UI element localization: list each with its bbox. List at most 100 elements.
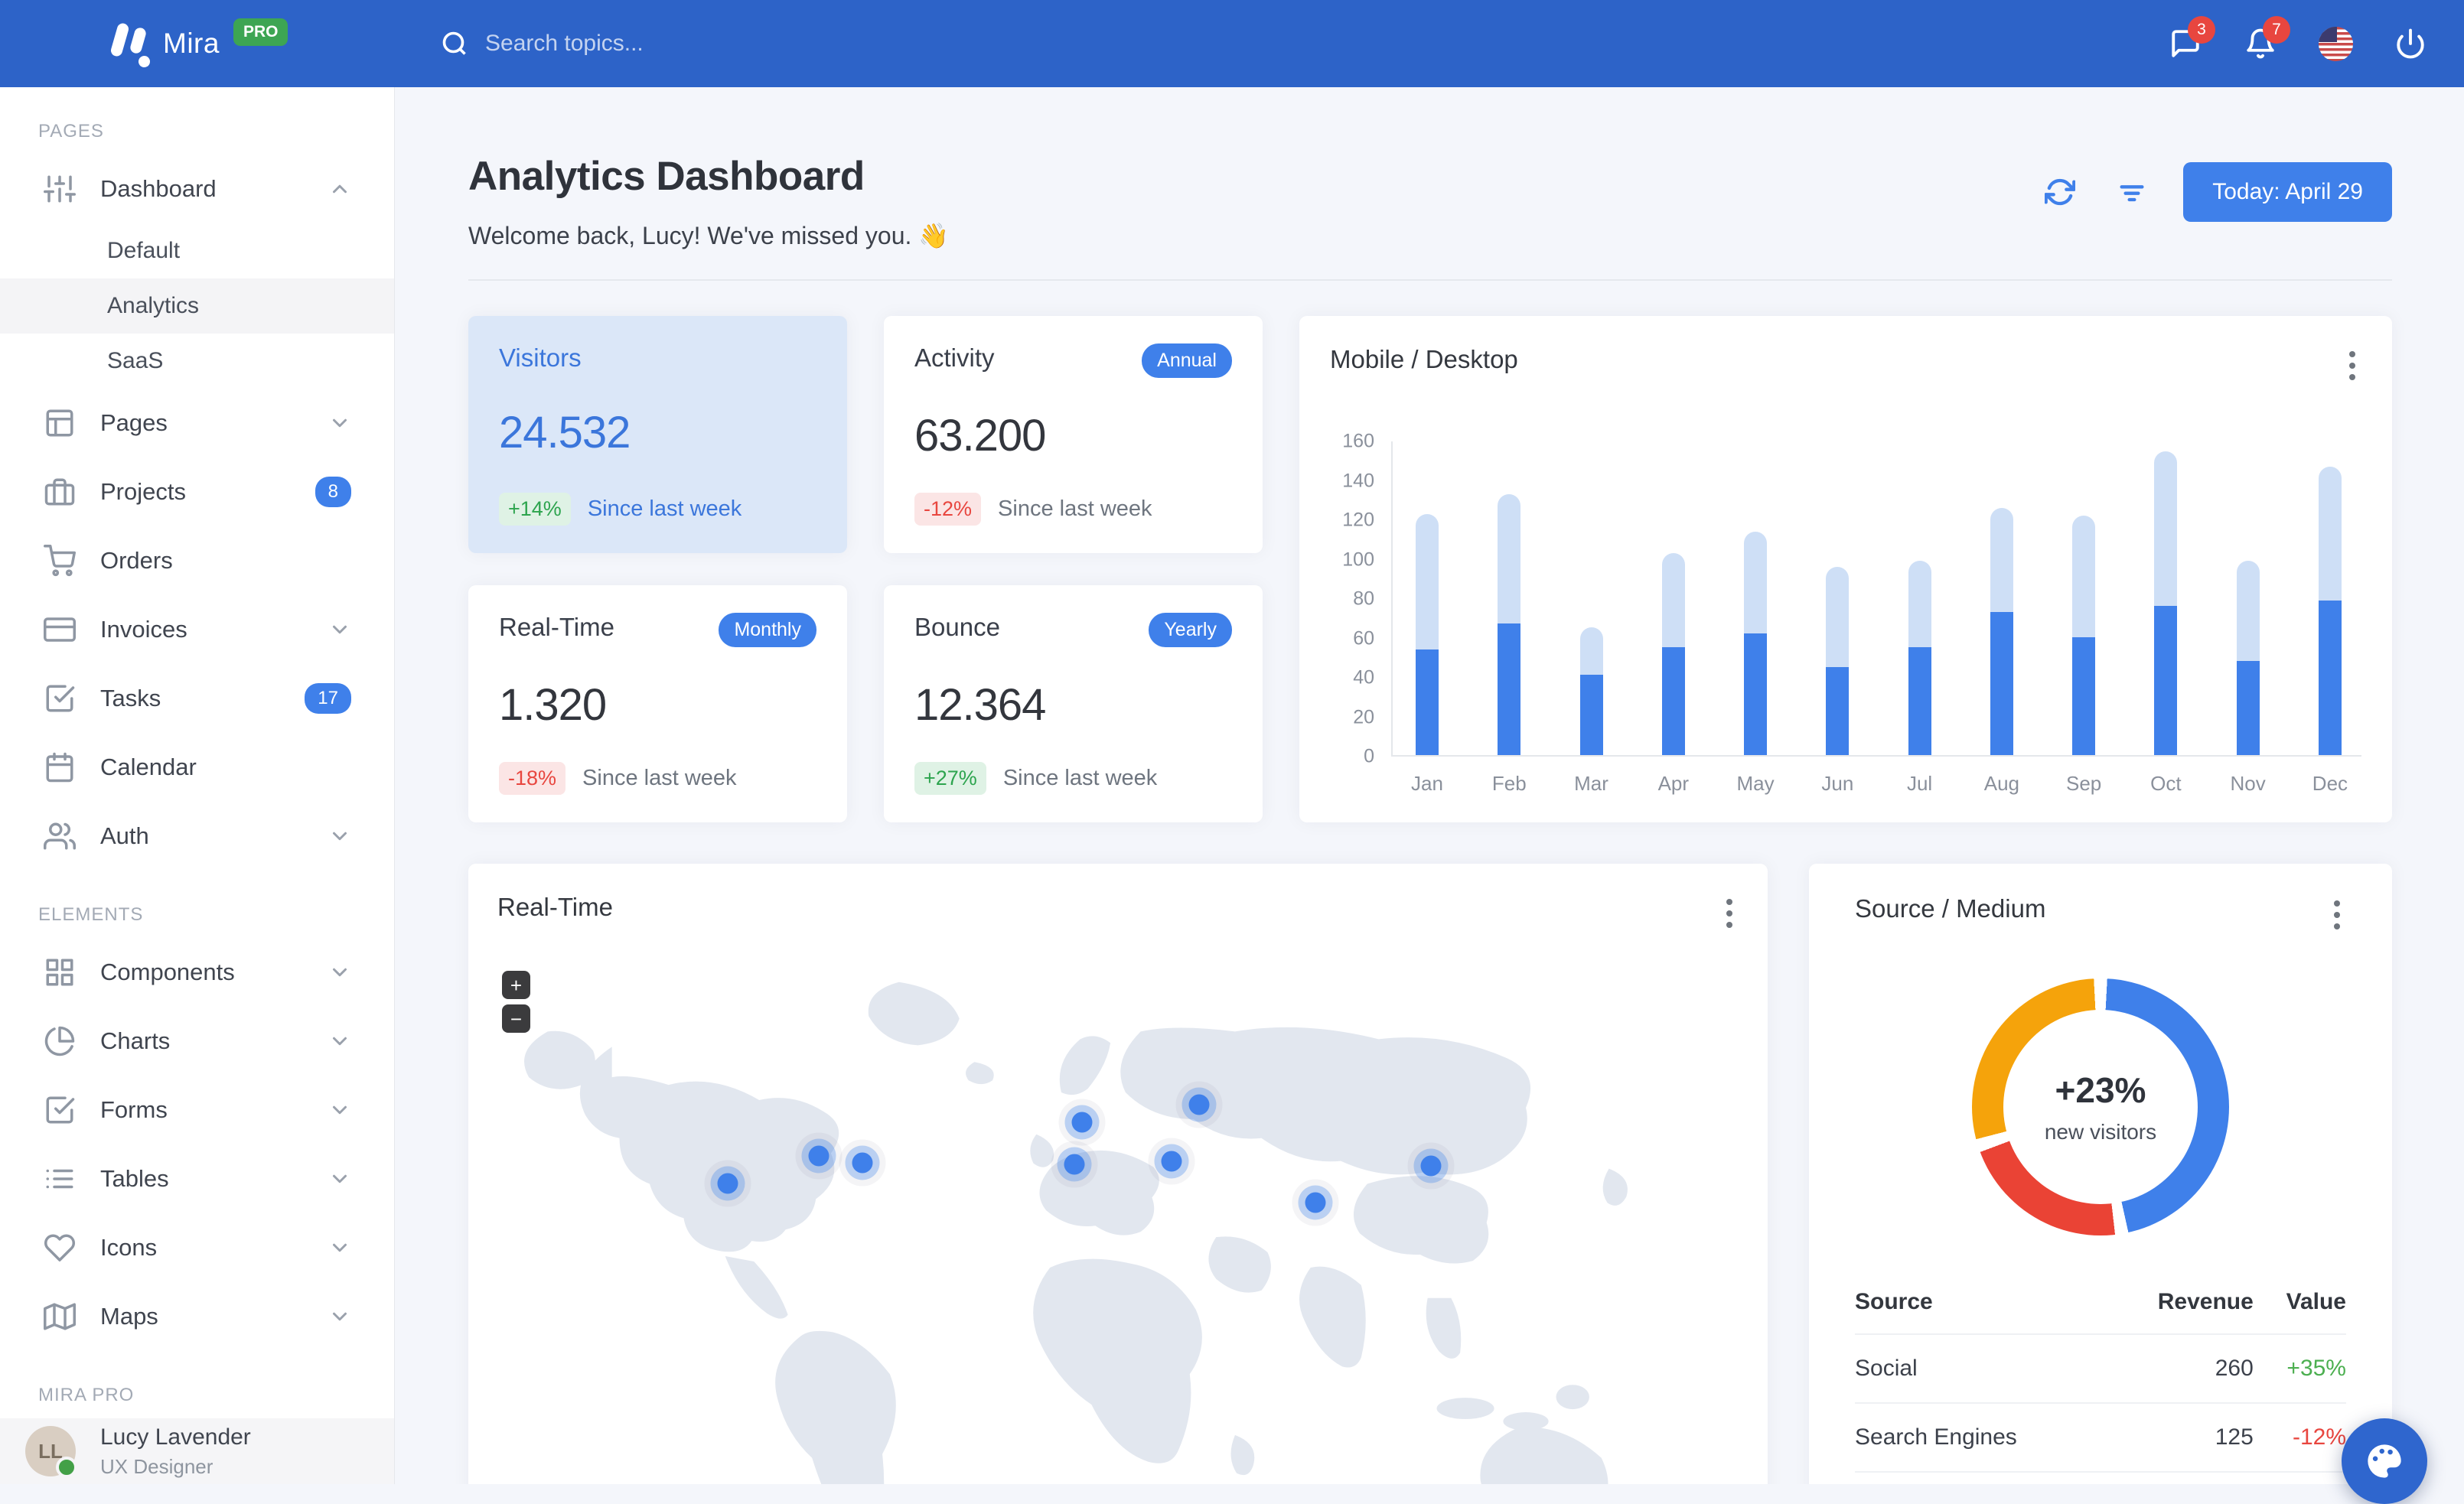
notifications-button[interactable]: 7: [2243, 26, 2278, 61]
sidebar-item-projects[interactable]: Projects 8: [0, 457, 394, 526]
sidebar-item-dashboard[interactable]: Dashboard: [0, 155, 394, 223]
calendar-icon: [44, 751, 76, 783]
filter-icon: [2117, 177, 2147, 207]
kebab-menu-button[interactable]: [1720, 893, 1739, 934]
table-row[interactable]: Direct 164 +46%: [1855, 1472, 2346, 1484]
kebab-menu-button[interactable]: [2343, 345, 2361, 386]
palette-icon: [2365, 1441, 2404, 1481]
stat-caption: Since last week: [588, 496, 742, 522]
map-markers: [476, 940, 1760, 1484]
sign-out-button[interactable]: [2393, 26, 2428, 61]
chevron-down-icon: [328, 1167, 351, 1190]
messages-count-badge: 3: [2188, 16, 2215, 44]
monthly-badge[interactable]: Monthly: [719, 613, 816, 647]
check-square-icon: [44, 1094, 76, 1126]
sidebar-item-forms[interactable]: Forms: [0, 1076, 394, 1144]
search-icon: [441, 30, 468, 57]
map-zoom-in-button[interactable]: +: [502, 971, 530, 999]
sidebar-item-maps[interactable]: Maps: [0, 1282, 394, 1351]
annual-badge[interactable]: Annual: [1142, 343, 1232, 378]
map-marker[interactable]: [1421, 1156, 1442, 1177]
refresh-button[interactable]: [2039, 171, 2081, 213]
table-row[interactable]: Search Engines 125 -12%: [1855, 1403, 2346, 1472]
mira-logo-icon: [106, 20, 155, 67]
chevron-down-icon: [328, 825, 351, 848]
brand[interactable]: Mira PRO: [106, 20, 288, 67]
filter-button[interactable]: [2111, 171, 2153, 213]
map-marker[interactable]: [809, 1145, 829, 1166]
y-axis: 020406080100120140160: [1330, 441, 1391, 757]
stat-title: Visitors: [499, 343, 582, 373]
map-marker[interactable]: [1305, 1192, 1326, 1213]
top-navbar: Mira PRO 3 7: [0, 0, 2464, 87]
credit-card-icon: [44, 614, 76, 646]
map-marker[interactable]: [1188, 1094, 1209, 1115]
grid-icon: [44, 956, 76, 988]
sidebar-item-invoices[interactable]: Invoices: [0, 595, 394, 664]
sidebar-item-tables[interactable]: Tables: [0, 1144, 394, 1213]
map-marker[interactable]: [1072, 1112, 1093, 1133]
sidebar-section-elements: ELEMENTS: [0, 871, 394, 938]
map-marker[interactable]: [1064, 1154, 1084, 1175]
yearly-badge[interactable]: Yearly: [1149, 613, 1232, 647]
pro-badge: PRO: [233, 18, 288, 46]
today-button[interactable]: Today: April 29: [2183, 162, 2392, 222]
x-tick-label: Nov: [2231, 772, 2266, 796]
bar-jan: Jan: [1416, 441, 1439, 755]
sidebar-item-components[interactable]: Components: [0, 938, 394, 1007]
sidebar-item-pages[interactable]: Pages: [0, 389, 394, 457]
sidebar-item-default[interactable]: Default: [0, 223, 394, 278]
world-map[interactable]: [476, 940, 1760, 1484]
stat-value: 12.364: [914, 679, 1232, 731]
map-marker[interactable]: [717, 1173, 738, 1193]
sidebar-user[interactable]: LL Lucy Lavender UX Designer: [0, 1418, 394, 1484]
sidebar-item-tasks[interactable]: Tasks 17: [0, 664, 394, 733]
y-tick-label: 120: [1342, 509, 1374, 532]
realtime-map-card: Real-Time + −: [468, 864, 1768, 1484]
sidebar-item-orders[interactable]: Orders: [0, 526, 394, 595]
check-square-icon: [44, 682, 76, 715]
bar-sep: Sep: [2072, 441, 2095, 755]
stat-value: 24.532: [499, 407, 816, 458]
x-tick-label: Jan: [1411, 772, 1443, 796]
us-flag-icon: [2319, 27, 2353, 61]
header-actions: Today: April 29: [2039, 162, 2392, 222]
sidebar-item-saas[interactable]: SaaS: [0, 334, 394, 389]
donut-title: Source / Medium: [1855, 894, 2045, 923]
table-row[interactable]: Social 260 +35%: [1855, 1334, 2346, 1403]
map-marker[interactable]: [1162, 1151, 1182, 1172]
map-marker[interactable]: [852, 1152, 873, 1173]
briefcase-icon: [44, 476, 76, 508]
map-title: Real-Time: [497, 893, 613, 922]
stat-caption: Since last week: [998, 496, 1152, 522]
stat-change-badge: -18%: [499, 762, 565, 795]
chart-title: Mobile / Desktop: [1330, 345, 1518, 374]
donut-center-caption: new visitors: [2045, 1120, 2156, 1144]
kebab-menu-button[interactable]: [2328, 894, 2346, 936]
chevron-down-icon: [328, 1030, 351, 1053]
language-button[interactable]: [2318, 26, 2353, 61]
x-tick-label: Apr: [1658, 772, 1689, 796]
x-tick-label: Oct: [2150, 772, 2181, 796]
sidebar-item-calendar[interactable]: Calendar: [0, 733, 394, 802]
messages-button[interactable]: 3: [2168, 26, 2203, 61]
sidebar-section-mira-pro: MIRA PRO: [0, 1351, 394, 1418]
x-tick-label: Aug: [1984, 772, 2019, 796]
user-role: UX Designer: [100, 1455, 251, 1479]
x-tick-label: Sep: [2066, 772, 2101, 796]
theme-settings-button[interactable]: [2342, 1418, 2427, 1504]
sidebar-item-auth[interactable]: Auth: [0, 802, 394, 871]
mobile-desktop-chart-card: Mobile / Desktop 020406080100120140160 J…: [1299, 316, 2392, 822]
sidebar-item-icons[interactable]: Icons: [0, 1213, 394, 1282]
heart-icon: [44, 1232, 76, 1264]
page-title: Analytics Dashboard: [468, 153, 949, 200]
x-tick-label: Mar: [1574, 772, 1608, 796]
stat-card-activity: Activity Annual 63.200 -12% Since last w…: [884, 316, 1263, 553]
sidebar-item-charts[interactable]: Charts: [0, 1007, 394, 1076]
sidebar-item-analytics[interactable]: Analytics: [0, 278, 394, 334]
search-input[interactable]: [485, 31, 807, 57]
global-search[interactable]: [441, 30, 807, 57]
bar-apr: Apr: [1662, 441, 1685, 755]
stat-change-badge: -12%: [914, 493, 981, 526]
map-zoom-out-button[interactable]: −: [502, 1004, 530, 1033]
